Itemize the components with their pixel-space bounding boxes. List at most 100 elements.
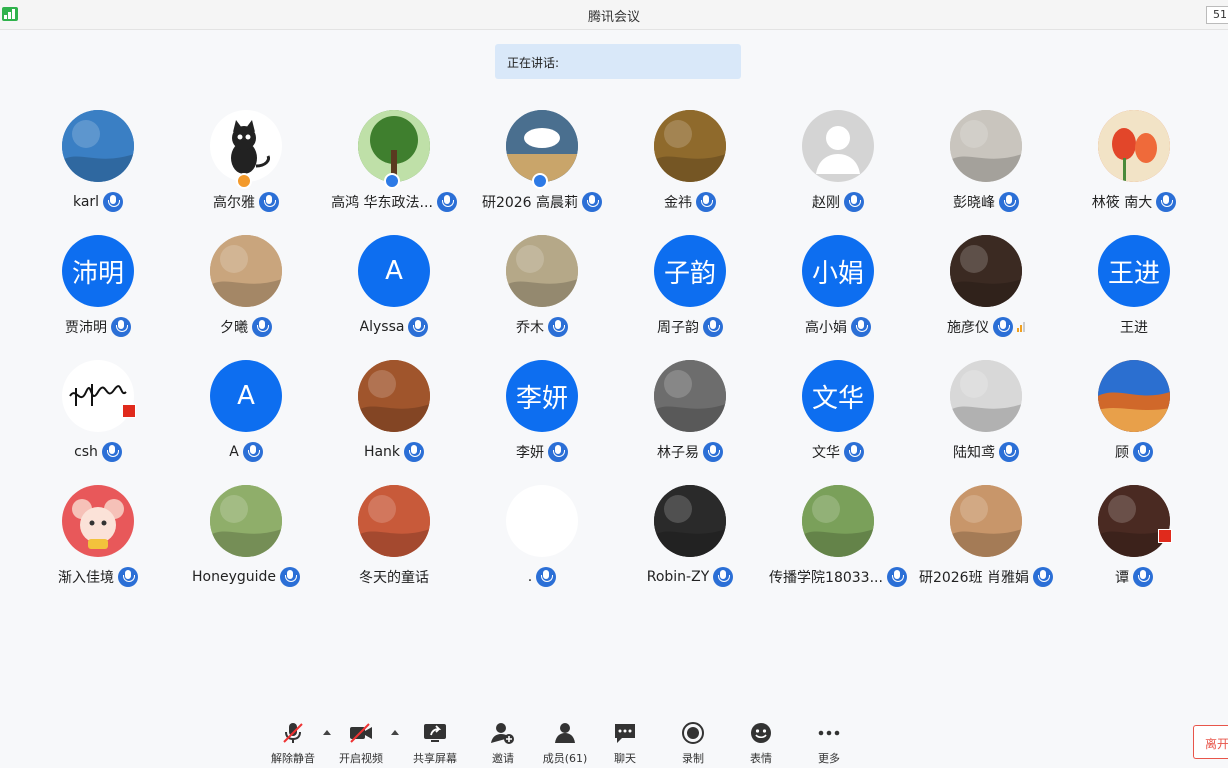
participant-name-row: Robin-ZY: [616, 567, 764, 587]
participant-name: Robin-ZY: [646, 569, 710, 585]
participant-name: 传播学院18033...: [769, 570, 883, 586]
share-button[interactable]: 共享屏幕: [405, 722, 465, 766]
title-bar: 腾讯会议 51: [0, 0, 1228, 30]
participant-name-row: 贾沛明: [24, 317, 172, 337]
participant-name: Hank: [363, 444, 401, 460]
participant-tile[interactable]: 陆知鸢: [912, 360, 1060, 485]
participant-tile[interactable]: 李妍 李妍: [468, 360, 616, 485]
participant-tile[interactable]: 子韵 周子韵: [616, 235, 764, 360]
members-label: 成员(61): [542, 752, 588, 765]
participant-tile[interactable]: AA: [172, 360, 320, 485]
participant-tile[interactable]: 高鸿 华东政法...: [320, 110, 468, 235]
participant-avatar: [62, 485, 134, 557]
participant-tile[interactable]: 林子易: [616, 360, 764, 485]
participant-name-row: 研2026班 肖雅娟: [912, 567, 1060, 587]
participant-tile[interactable]: 小娟 高小娟: [764, 235, 912, 360]
mic-icon: [993, 317, 1013, 337]
participant-avatar: [358, 110, 430, 182]
participant-name-row: 李妍: [468, 442, 616, 462]
mic-icon: [242, 442, 263, 462]
participant-avatar: [210, 110, 282, 182]
mic-icon: [118, 567, 138, 587]
participant-name-row: 赵刚: [764, 192, 912, 212]
participant-name-row: 研2026 高晨莉: [468, 192, 616, 212]
participant-name-row: 林子易: [616, 442, 764, 462]
mic-icon: [582, 192, 603, 212]
participant-tile[interactable]: 沛明 贾沛明: [24, 235, 172, 360]
participant-tile[interactable]: 施彦仪: [912, 235, 1060, 360]
participant-avatar: 沛明: [62, 235, 134, 307]
invite-button[interactable]: 邀请: [473, 722, 533, 766]
participant-tile[interactable]: 冬天的童话: [320, 485, 468, 610]
participant-tile[interactable]: 研2026 高晨莉: [468, 110, 616, 235]
more-button[interactable]: 更多: [799, 722, 859, 766]
participant-name-row: 林筱 南大: [1060, 192, 1208, 212]
participant-name: 文华: [812, 445, 840, 461]
invite-icon: [491, 722, 515, 744]
mic-icon: [844, 442, 864, 462]
participant-tile[interactable]: 文华 文华: [764, 360, 912, 485]
participant-tile[interactable]: 夕曦: [172, 235, 320, 360]
participant-name-row: csh: [24, 442, 172, 462]
participant-name: 赵刚: [812, 195, 840, 211]
mic-icon: [252, 317, 272, 337]
participant-name: .: [527, 569, 533, 585]
participant-tile[interactable]: 渐入佳境: [24, 485, 172, 610]
video-button[interactable]: 开启视频: [331, 722, 391, 766]
participant-avatar: [802, 485, 874, 557]
participant-tile[interactable]: .: [468, 485, 616, 610]
participant-tile[interactable]: 顾: [1060, 360, 1208, 485]
mic-icon: [436, 192, 457, 212]
participant-name-row: 陆知鸢: [912, 442, 1060, 462]
participant-name-row: 周子韵: [616, 317, 764, 337]
participant-tile[interactable]: 传播学院18033...: [764, 485, 912, 610]
window-title: 腾讯会议: [587, 10, 640, 25]
members-button[interactable]: 成员(61): [535, 722, 595, 766]
record-button[interactable]: 录制: [663, 722, 723, 766]
participant-name: Alyssa: [359, 319, 405, 335]
participant-tile[interactable]: A Alyssa: [320, 235, 468, 360]
participant-tile[interactable]: Robin-ZY: [616, 485, 764, 610]
chat-label: 聊天: [614, 752, 636, 765]
participant-tile[interactable]: 彭晓峰: [912, 110, 1060, 235]
chat-button[interactable]: 聊天: [595, 722, 655, 766]
mic-icon: [713, 567, 734, 587]
mic-icon: [886, 567, 907, 587]
record-icon: [681, 722, 705, 744]
participant-tile[interactable]: Hank: [320, 360, 468, 485]
participant-name: 顾: [1115, 445, 1129, 461]
participant-avatar: [950, 110, 1022, 182]
participant-name: 王进: [1120, 320, 1148, 336]
participant-tile[interactable]: 乔木: [468, 235, 616, 360]
video-options-caret-icon[interactable]: [391, 730, 399, 735]
mic-icon: [703, 317, 723, 337]
more-icon: [817, 722, 841, 744]
participant-name-row: 传播学院18033...: [764, 567, 912, 587]
participant-name: 高小娟: [805, 320, 847, 336]
participant-tile[interactable]: 王进 王进: [1060, 235, 1208, 360]
participant-name: 陆知鸢: [953, 445, 995, 461]
participant-tile[interactable]: Honeyguide: [172, 485, 320, 610]
participant-tile[interactable]: 赵刚: [764, 110, 912, 235]
participant-tile[interactable]: 林筱 南大: [1060, 110, 1208, 235]
unmute-button[interactable]: 解除静音: [263, 722, 323, 766]
participant-avatar: [358, 485, 430, 557]
unmute-options-caret-icon[interactable]: [323, 730, 331, 735]
participant-tile[interactable]: 高尔雅: [172, 110, 320, 235]
participant-avatar: [654, 360, 726, 432]
emoji-button[interactable]: 表情: [731, 722, 791, 766]
participant-tile[interactable]: 金祎: [616, 110, 764, 235]
participant-name-row: 王进: [1060, 317, 1208, 337]
unmute-label: 解除静音: [271, 752, 315, 765]
mic-icon: [548, 442, 568, 462]
participant-tile[interactable]: karl: [24, 110, 172, 235]
participant-name: 周子韵: [657, 320, 699, 336]
participant-tile[interactable]: csh: [24, 360, 172, 485]
members-icon: [553, 722, 577, 744]
leave-meeting-button[interactable]: 离开: [1193, 725, 1228, 759]
participant-tile[interactable]: 研2026班 肖雅娟: [912, 485, 1060, 610]
participant-avatar: [506, 110, 578, 182]
speaking-banner: 正在讲话:: [495, 44, 741, 79]
emoji-label: 表情: [750, 752, 772, 765]
participant-tile[interactable]: 谭: [1060, 485, 1208, 610]
